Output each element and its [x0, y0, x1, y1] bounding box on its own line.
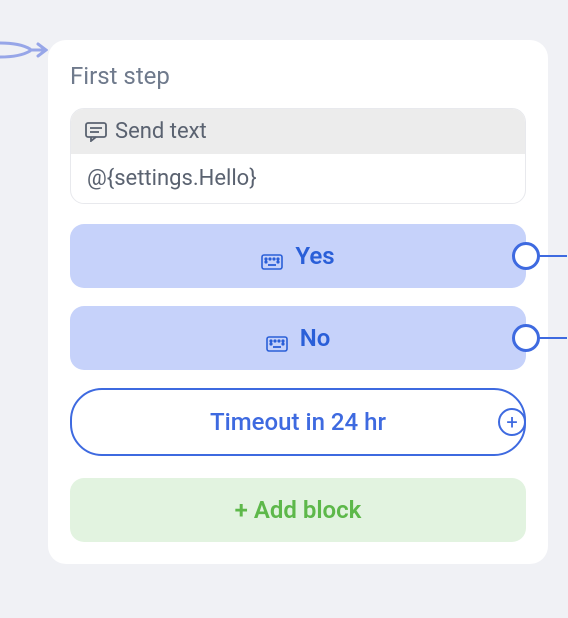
- card-title: First step: [70, 62, 526, 90]
- step-card: First step Send text @{settings.Hello}: [48, 40, 548, 564]
- option-label: No: [300, 324, 331, 352]
- connector-port[interactable]: [512, 242, 540, 270]
- timeout-button[interactable]: Timeout in 24 hr +: [70, 388, 526, 456]
- plus-icon[interactable]: +: [498, 408, 526, 436]
- send-text-label: Send text: [115, 119, 207, 144]
- option-yes-button[interactable]: Yes: [70, 224, 526, 288]
- keyboard-icon: [261, 248, 283, 264]
- option-no-button[interactable]: No: [70, 306, 526, 370]
- chat-icon: [85, 122, 107, 142]
- connector-port[interactable]: [512, 324, 540, 352]
- send-text-header: Send text: [71, 109, 525, 154]
- incoming-arrow-icon: [0, 35, 48, 65]
- timeout-label: Timeout in 24 hr: [210, 408, 386, 436]
- add-block-button[interactable]: + Add block: [70, 478, 526, 542]
- keyboard-icon: [266, 330, 288, 346]
- send-text-block[interactable]: Send text @{settings.Hello}: [70, 108, 526, 204]
- add-block-label: + Add block: [235, 496, 362, 524]
- send-text-value[interactable]: @{settings.Hello}: [71, 154, 525, 203]
- option-label: Yes: [295, 242, 334, 270]
